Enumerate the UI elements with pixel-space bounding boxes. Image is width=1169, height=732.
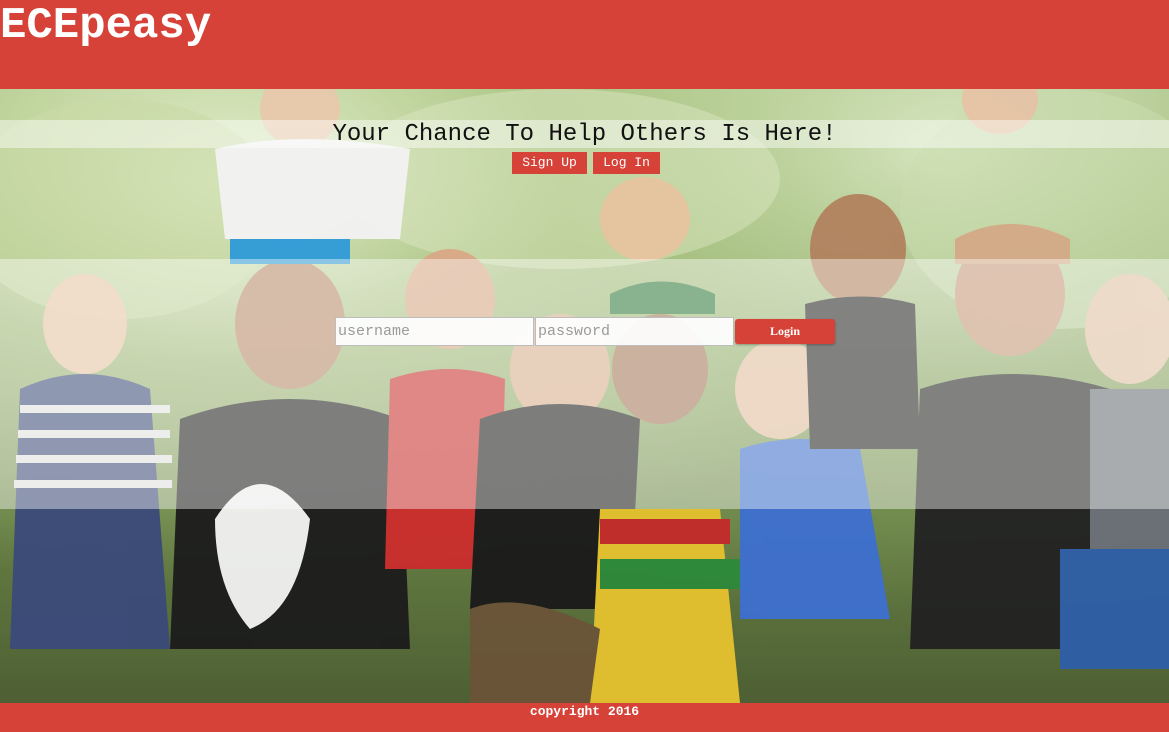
hero-tagline: Your Chance To Help Others Is Here! xyxy=(332,121,837,148)
site-header: ECEpeasy xyxy=(0,0,1169,89)
username-input[interactable] xyxy=(335,317,534,346)
password-input[interactable] xyxy=(535,317,734,346)
log-in-button[interactable]: Log In xyxy=(593,152,660,174)
hero-background-photo xyxy=(0,89,1169,703)
copyright-text: copyright 2016 xyxy=(529,704,640,719)
login-submit-button[interactable]: Login xyxy=(735,319,835,344)
site-footer: copyright 2016 xyxy=(0,703,1169,732)
sign-up-button[interactable]: Sign Up xyxy=(512,152,587,174)
site-logo-text[interactable]: ECEpeasy xyxy=(0,0,211,54)
page: ECEpeasy Your Chance To Help Others Is H… xyxy=(0,0,1169,732)
login-overlay-band xyxy=(0,259,1169,509)
